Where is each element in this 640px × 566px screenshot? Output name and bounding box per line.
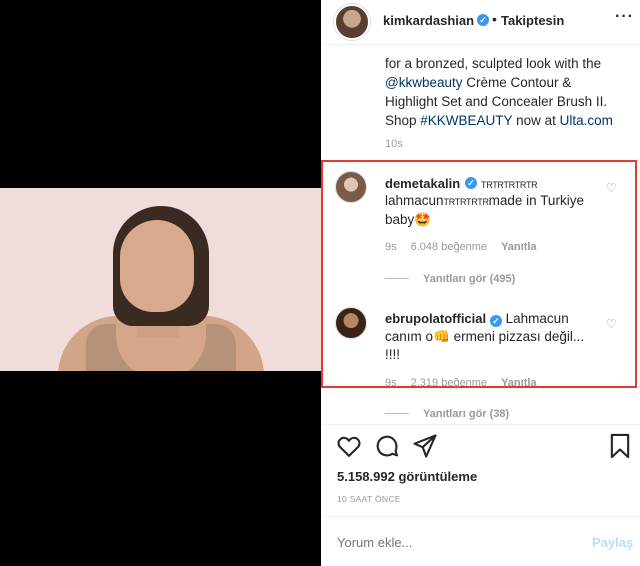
caption-line: for a bronzed, sculpted look with the (385, 56, 602, 71)
comment-meta: 9s 6.048 beğenme Yanıtla (385, 241, 551, 253)
comment-username[interactable]: demetakalin (385, 176, 460, 191)
star-struck-emoji: 🤩 (414, 212, 432, 227)
comment-time: 9s (385, 241, 397, 253)
caption-text: Crème Contour & (462, 75, 572, 90)
caption-line: Highlight Set and Concealer Brush II. (385, 94, 608, 109)
comment-likes[interactable]: 6.048 beğenme (411, 241, 487, 253)
comment-text-part: lahmacun (385, 193, 444, 208)
comment-text: lahmacunTRTRTRTRmade in Turkiye baby🤩 (385, 192, 615, 229)
site-link[interactable]: Ulta.com (560, 113, 613, 128)
comment-meta: 9s 2.319 beğenme Yanıtla (385, 377, 551, 389)
comment-icon[interactable] (373, 432, 401, 460)
caption-line: @kkwbeauty Crème Contour & (385, 73, 625, 92)
comment-text-part: baby (385, 212, 415, 227)
replies-line (385, 413, 409, 414)
view-replies-label: Yanıtları gör (38) (423, 408, 510, 420)
comment-text-part: canım o👊 ermeni pizzası değil... (385, 329, 585, 344)
post-panel: kimkardashian ✓ • Takiptesin ··· for a b… (321, 0, 640, 566)
comment-text-part: TRTRTRTR (443, 197, 489, 207)
commenter-avatar[interactable] (335, 171, 367, 203)
actions-divider (321, 424, 640, 425)
comment-likes[interactable]: 2.319 beğenme (411, 377, 487, 389)
person-face (120, 220, 194, 312)
comment-text-part: Lahmacun (505, 311, 569, 326)
commenter-avatar[interactable] (335, 307, 367, 339)
comment-input[interactable] (337, 535, 557, 550)
verified-icon: ✓ (477, 14, 489, 26)
author-username[interactable]: kimkardashian (383, 13, 474, 28)
heart-icon[interactable] (335, 432, 363, 460)
composer-divider (321, 516, 640, 517)
comment-text-part: !!!! (385, 347, 401, 362)
share-icon[interactable] (411, 432, 439, 460)
reply-button[interactable]: Yanıtla (501, 377, 536, 389)
verified-icon: ✓ (465, 177, 477, 189)
video-frame[interactable] (0, 188, 321, 371)
post-header: kimkardashian ✓ • Takiptesin ··· (321, 0, 640, 44)
action-bar (321, 432, 640, 464)
comment-like-icon[interactable]: ♡ (606, 317, 617, 331)
comment-like-icon[interactable]: ♡ (606, 181, 617, 195)
hashtag-link[interactable]: #KKWBEAUTY (420, 113, 512, 128)
comment-text: TRTRTRTRTR (481, 180, 538, 190)
post-comment-button[interactable]: Paylaş (592, 535, 633, 550)
post-caption: for a bronzed, sculpted look with the @k… (385, 54, 625, 130)
caption-line: Shop #KKWBEAUTY now at Ulta.com (385, 111, 625, 130)
author-avatar[interactable] (334, 4, 370, 40)
mention-link[interactable]: @kkwbeauty (385, 75, 463, 90)
comment-time: 9s (385, 377, 397, 389)
verified-icon: ✓ (489, 315, 502, 327)
comment-username[interactable]: ebrupolatofficial (385, 311, 486, 326)
video-area[interactable] (0, 0, 321, 566)
comment-text-part: made in Turkiye (488, 193, 584, 208)
separator-dot: • (492, 11, 497, 27)
header-divider (321, 44, 640, 45)
caption-text: now at (512, 113, 560, 128)
view-replies-label: Yanıtları gör (495) (423, 273, 516, 285)
post-timestamp: 10 SAAT ÖNCE (337, 494, 401, 504)
caption-time: 10s (385, 138, 403, 150)
view-replies-button[interactable]: Yanıtları gör (38) (385, 408, 509, 420)
view-replies-button[interactable]: Yanıtları gör (495) (385, 273, 515, 285)
view-count[interactable]: 5.158.992 görüntüleme (337, 469, 477, 484)
reply-button[interactable]: Yanıtla (501, 241, 536, 253)
comment-text: ebrupolatofficial ✓ Lahmacun canım o👊 er… (385, 310, 611, 364)
bookmark-icon[interactable] (606, 432, 634, 460)
follow-status[interactable]: Takiptesin (501, 13, 564, 28)
more-options-icon[interactable]: ··· (615, 8, 634, 26)
caption-text: Shop (385, 113, 421, 128)
replies-line (385, 278, 409, 279)
